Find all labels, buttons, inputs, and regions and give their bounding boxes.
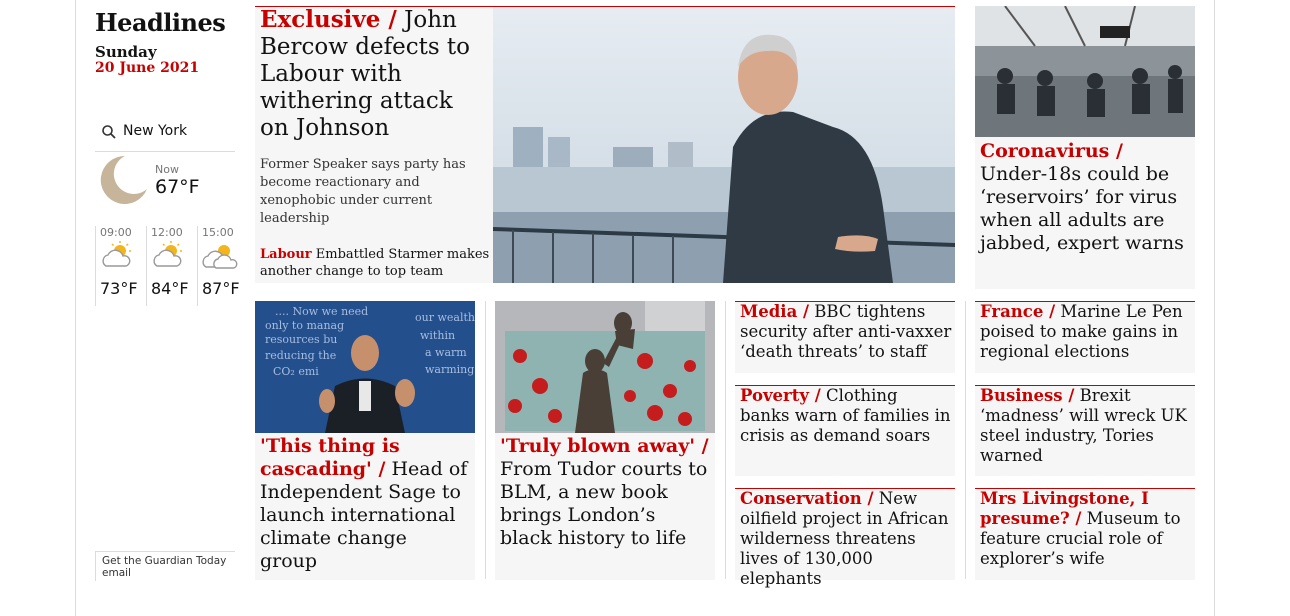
partly-cloudy-icon (102, 241, 131, 267)
livingstone-headline[interactable]: Mrs Livingstone, I presume? / Museum to … (980, 489, 1192, 569)
svg-text:reducing the: reducing the (265, 349, 336, 362)
svg-text:within: within (420, 329, 455, 342)
column-divider (725, 301, 726, 579)
conservation-kicker: Conservation / (740, 489, 874, 508)
media-headline[interactable]: Media / BBC tightens security after anti… (740, 302, 952, 362)
forecast-temp: 73°F (100, 279, 138, 298)
forecast-time: 15:00 (202, 226, 234, 239)
forecast-item: 15:00 87°F (197, 226, 245, 306)
column-divider (965, 301, 966, 579)
svg-text:our wealth: our wealth (415, 311, 475, 324)
partly-cloudy-icon (202, 245, 238, 269)
column-divider (485, 301, 486, 579)
coronavirus-kicker: Coronavirus / (980, 140, 1123, 162)
weather-location-search[interactable]: New York (95, 118, 235, 152)
sage-headline[interactable]: 'This thing is cascading' / Head of Inde… (260, 435, 470, 573)
france-kicker: France / (980, 302, 1056, 321)
svg-text:only to manag: only to manag (265, 319, 344, 332)
business-headline[interactable]: Business / Brexit ‘madness’ will wreck U… (980, 386, 1192, 466)
coronavirus-headline-text: Under-18s could be ‘reservoirs’ for viru… (980, 163, 1184, 254)
sage-photo[interactable]: .... Now we need only to manag resources b… (255, 301, 475, 433)
france-headline[interactable]: France / Marine Le Pen poised to make ga… (980, 302, 1192, 362)
coronavirus-photo[interactable] (975, 6, 1195, 137)
svg-text:CO₂ emi: CO₂ emi (273, 365, 319, 378)
forecast-time: 12:00 (151, 226, 183, 239)
sage-kicker: 'This thing is cascading' / (260, 435, 400, 480)
svg-text:a warm: a warm (425, 346, 467, 359)
media-kicker: Media / (740, 302, 810, 321)
forecast-temp: 84°F (151, 279, 189, 298)
svg-text:warming: warming (425, 363, 474, 376)
coronavirus-headline[interactable]: Coronavirus / Under-18s could be ‘reserv… (980, 140, 1190, 255)
lead-photo[interactable] (493, 7, 955, 283)
lead-headline[interactable]: Exclusive / John Bercow defects to Labou… (260, 6, 488, 142)
forecast-item: 09:00 73°F (95, 226, 143, 306)
newsletter-signup-link[interactable]: Get the Guardian Today email (95, 551, 235, 581)
moon-icon (95, 153, 149, 207)
search-icon (102, 125, 116, 139)
page-title: Headlines (95, 8, 226, 37)
forecast-item: 12:00 84°F (146, 226, 194, 306)
lead-standfirst: Former Speaker says party has become rea… (260, 157, 466, 226)
date-day: Sunday (95, 43, 157, 61)
svg-text:resources bu: resources bu (265, 333, 337, 346)
location-label: New York (123, 123, 188, 139)
partly-cloudy-icon (153, 241, 182, 267)
london-book-headline[interactable]: 'Truly blown away' / From Tudor courts t… (500, 435, 710, 550)
poverty-kicker: Poverty / (740, 386, 821, 405)
lead-sub-kicker: Labour (260, 247, 312, 262)
date-full: 20 June 2021 (95, 60, 200, 76)
lead-sublink[interactable]: Labour Embattled Starmer makes another c… (260, 246, 490, 280)
weather-now-temp: 67°F (155, 176, 200, 198)
conservation-headline[interactable]: Conservation / New oilfield project in A… (740, 489, 952, 589)
lead-kicker: Exclusive / (260, 6, 397, 33)
svg-text:.... Now we need: .... Now we need (275, 305, 368, 318)
forecast-time: 09:00 (100, 226, 132, 239)
poverty-headline[interactable]: Poverty / Clothing banks warn of familie… (740, 386, 952, 446)
business-kicker: Business / (980, 386, 1075, 405)
forecast-temp: 87°F (202, 279, 240, 298)
london-book-kicker: 'Truly blown away' / (500, 435, 709, 457)
london-book-headline-text: From Tudor courts to BLM, a new book bri… (500, 458, 708, 549)
london-book-photo[interactable] (495, 301, 715, 433)
weather-now-label: Now (155, 163, 179, 176)
